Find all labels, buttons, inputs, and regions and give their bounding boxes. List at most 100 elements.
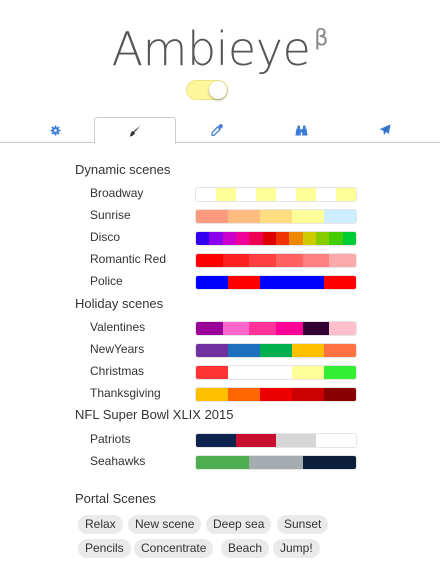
color-swatch-segment	[292, 210, 324, 223]
scene-row-sunrise[interactable]: Sunrise	[90, 208, 356, 223]
portal-scene-deep-sea[interactable]: Deep sea	[206, 515, 272, 534]
color-swatch-bar[interactable]	[196, 388, 356, 401]
portal-scene-jump[interactable]: Jump!	[273, 539, 320, 558]
tab-settings[interactable]	[18, 117, 92, 143]
tab-discover[interactable]	[262, 117, 340, 143]
color-swatch-segment	[329, 254, 356, 267]
color-swatch-segment	[292, 366, 324, 379]
color-swatch-segment	[222, 322, 250, 335]
portal-scene-concentrate[interactable]: Concentrate	[134, 539, 214, 558]
color-swatch-segment	[276, 254, 303, 267]
scene-label: Disco	[90, 230, 121, 244]
scene-row-seahawks[interactable]: Seahawks	[90, 454, 356, 469]
color-swatch-segment	[236, 188, 256, 201]
scene-row-patriots[interactable]: Patriots	[90, 432, 356, 447]
color-swatch-bar[interactable]	[196, 434, 356, 447]
color-swatch-segment	[196, 276, 228, 289]
tab-share[interactable]	[346, 117, 424, 143]
portal-scene-relax[interactable]: Relax	[78, 515, 123, 534]
color-swatch-bar[interactable]	[196, 188, 356, 201]
color-swatch-segment	[315, 232, 330, 245]
color-swatch-segment	[222, 232, 236, 245]
color-swatch-segment	[329, 322, 356, 335]
color-swatch-segment	[196, 434, 236, 447]
color-swatch-bar[interactable]	[196, 210, 356, 223]
scene-row-police[interactable]: Police	[90, 274, 356, 289]
color-swatch-segment	[316, 188, 336, 201]
color-swatch-segment	[249, 232, 263, 245]
scene-row-valentines[interactable]: Valentines	[90, 320, 356, 335]
color-swatch-segment	[260, 276, 292, 289]
color-swatch-bar[interactable]	[196, 322, 356, 335]
color-swatch-segment	[276, 434, 316, 447]
color-swatch-bar[interactable]	[196, 276, 356, 289]
color-swatch-segment	[228, 344, 260, 357]
color-swatch-segment	[196, 254, 223, 267]
color-swatch-segment	[196, 188, 216, 201]
scene-row-broadway[interactable]: Broadway	[90, 186, 356, 201]
color-swatch-segment	[260, 388, 292, 401]
tab-scenes[interactable]	[94, 117, 176, 144]
power-toggle[interactable]	[186, 80, 228, 100]
tab-color-picker[interactable]	[178, 117, 256, 143]
scene-label: Patriots	[90, 432, 131, 446]
color-swatch-segment	[249, 254, 277, 267]
scene-row-newyears[interactable]: NewYears	[90, 342, 356, 357]
portal-scene-beach[interactable]: Beach	[221, 539, 270, 558]
scene-label: Police	[90, 274, 123, 288]
color-swatch-segment	[196, 388, 228, 401]
section-title-holiday: Holiday scenes	[75, 296, 164, 311]
color-swatch-bar[interactable]	[196, 344, 356, 357]
color-swatch-segment	[196, 210, 228, 223]
color-swatch-bar[interactable]	[196, 232, 356, 245]
color-swatch-segment	[292, 344, 324, 357]
binoculars-icon	[294, 125, 308, 136]
color-swatch-segment	[292, 388, 324, 401]
paper-plane-icon	[379, 124, 391, 136]
color-swatch-segment	[289, 232, 303, 245]
color-swatch-segment	[235, 232, 250, 245]
color-swatch-segment	[324, 210, 356, 223]
color-swatch-segment	[336, 188, 356, 201]
section-title-portal: Portal Scenes	[75, 491, 156, 506]
color-swatch-segment	[329, 232, 343, 245]
scene-label: Romantic Red	[90, 252, 167, 266]
color-swatch-bar[interactable]	[196, 254, 356, 267]
color-swatch-segment	[316, 434, 356, 447]
scene-label: NewYears	[90, 342, 145, 356]
beta-mark: β	[314, 26, 329, 51]
color-swatch-segment	[256, 188, 276, 201]
color-swatch-segment	[196, 232, 210, 245]
color-swatch-segment	[260, 366, 292, 379]
section-title-dynamic: Dynamic scenes	[75, 162, 171, 177]
scene-row-thanksgiving[interactable]: Thanksgiving	[90, 386, 356, 401]
scene-row-disco[interactable]: Disco	[90, 230, 356, 245]
color-swatch-bar[interactable]	[196, 456, 356, 469]
tab-bar	[0, 117, 440, 144]
color-swatch-bar[interactable]	[196, 366, 356, 379]
color-swatch-segment	[302, 254, 330, 267]
color-swatch-segment	[196, 456, 250, 469]
color-swatch-segment	[324, 366, 356, 379]
scene-label: Thanksgiving	[90, 386, 161, 400]
scene-row-romantic-red[interactable]: Romantic Red	[90, 252, 356, 267]
color-swatch-segment	[262, 232, 276, 245]
color-swatch-segment	[216, 188, 236, 201]
scene-label: Christmas	[90, 364, 145, 378]
portal-scene-sunset[interactable]: Sunset	[277, 515, 329, 534]
color-swatch-segment	[324, 276, 356, 289]
color-swatch-segment	[196, 344, 228, 357]
eyedropper-icon	[211, 124, 223, 136]
color-swatch-segment	[296, 188, 316, 201]
toggle-knob	[209, 81, 227, 99]
color-swatch-segment	[236, 434, 276, 447]
scene-row-christmas[interactable]: Christmas	[90, 364, 356, 379]
scene-label: Broadway	[90, 186, 144, 200]
portal-scene-pencils[interactable]: Pencils	[78, 539, 131, 558]
color-swatch-segment	[228, 210, 260, 223]
color-swatch-segment	[260, 344, 292, 357]
portal-scene-new-scene[interactable]: New scene	[128, 515, 202, 534]
color-swatch-segment	[342, 232, 356, 245]
color-swatch-segment	[228, 366, 260, 379]
color-swatch-segment	[302, 322, 330, 335]
